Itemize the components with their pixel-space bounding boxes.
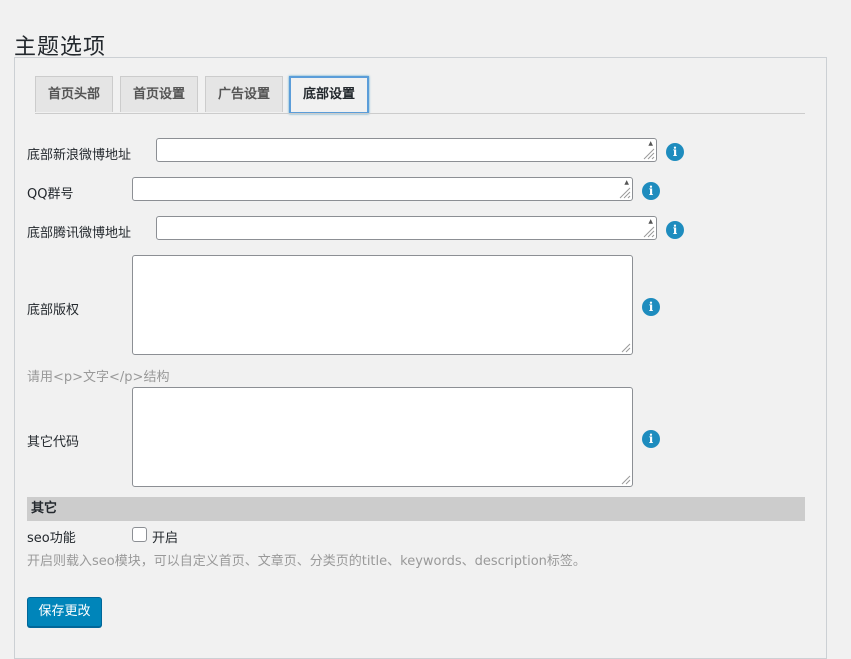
seo-hint: 开启则载入seo模块，可以自定义首页、文章页、分类页的title、keyword…	[27, 554, 586, 569]
info-icon[interactable]: i	[642, 298, 660, 316]
resize-handle-icon[interactable]	[641, 146, 655, 160]
weibo-input[interactable]: ▲	[156, 138, 657, 162]
options-panel: 首页头部 首页设置 广告设置 底部设置 底部新浪微博地址 ▲ i QQ群号 ▲ …	[14, 57, 827, 659]
section-header-other: 其它	[27, 497, 805, 521]
tencent-label: 底部腾讯微博地址	[27, 226, 132, 241]
weibo-label: 底部新浪微博地址	[27, 148, 132, 163]
info-icon[interactable]: i	[642, 182, 660, 200]
page-title: 主题选项	[14, 34, 107, 60]
info-icon[interactable]: i	[642, 430, 660, 448]
copyright-textarea[interactable]	[132, 255, 633, 355]
resize-handle-icon[interactable]	[617, 339, 631, 353]
other-code-textarea[interactable]	[132, 387, 633, 487]
tab-footer-settings[interactable]: 底部设置	[289, 76, 369, 114]
info-icon[interactable]: i	[666, 221, 684, 239]
tab-divider	[35, 113, 805, 114]
qq-input[interactable]: ▲	[132, 177, 633, 201]
qq-label: QQ群号	[27, 187, 74, 202]
seo-label: seo功能	[27, 531, 76, 546]
info-icon[interactable]: i	[666, 143, 684, 161]
copyright-hint: 请用<p>文字</p>结构	[27, 370, 170, 385]
seo-checkbox-label[interactable]: 开启	[152, 527, 178, 546]
tab-home-settings[interactable]: 首页设置	[120, 76, 198, 112]
resize-handle-icon[interactable]	[617, 471, 631, 485]
resize-handle-icon[interactable]	[617, 185, 631, 199]
seo-checkbox[interactable]	[132, 527, 147, 542]
tab-ad-settings[interactable]: 广告设置	[205, 76, 283, 112]
save-changes-button[interactable]: 保存更改	[27, 597, 102, 627]
resize-handle-icon[interactable]	[641, 224, 655, 238]
tencent-input[interactable]: ▲	[156, 216, 657, 240]
tab-header[interactable]: 首页头部	[35, 76, 113, 112]
other-code-label: 其它代码	[27, 435, 80, 450]
copyright-label: 底部版权	[27, 303, 80, 318]
